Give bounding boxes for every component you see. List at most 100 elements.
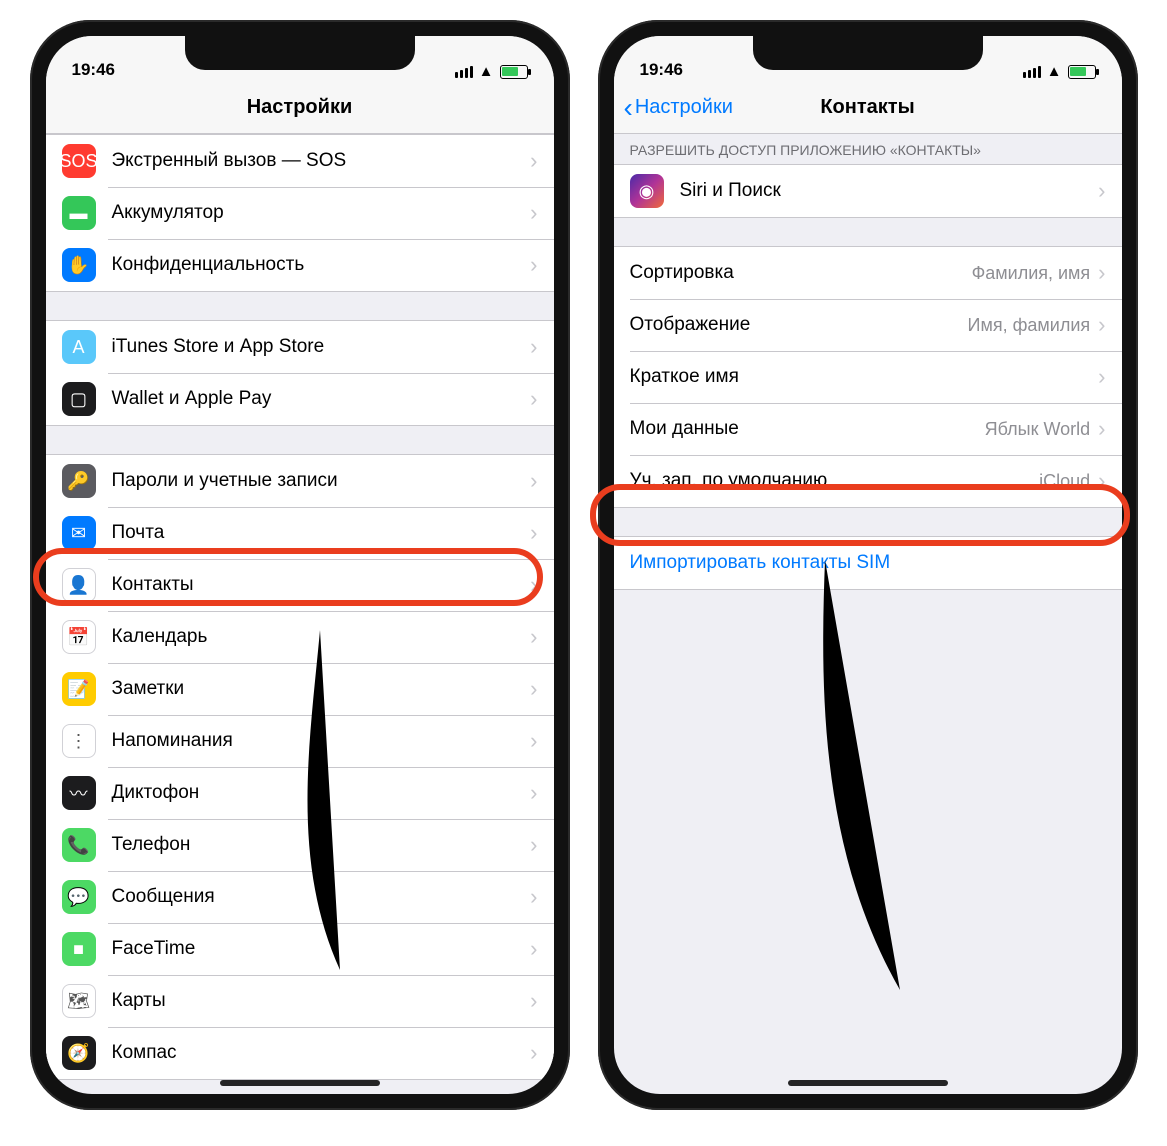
battery-icon [500, 65, 528, 79]
back-label: Настройки [635, 96, 733, 119]
row-phone-icon: 📞 [62, 828, 96, 862]
status-time: 19:46 [72, 60, 115, 80]
chevron-right-icon: › [530, 572, 537, 598]
status-time: 19:46 [640, 60, 683, 80]
row-voicememos-label: Диктофон [112, 782, 529, 804]
row-notes[interactable]: 📝 Заметки› [46, 663, 554, 715]
home-indicator[interactable] [788, 1080, 948, 1086]
row-privacy-icon: ✋ [62, 248, 96, 282]
chevron-right-icon: › [530, 884, 537, 910]
row-facetime-icon: ■ [62, 932, 96, 966]
row-phone[interactable]: 📞Телефон› [46, 819, 554, 871]
row-display-label: Отображение [630, 314, 968, 336]
row-appstore-label: iTunes Store и App Store [112, 336, 529, 358]
row-wallet[interactable]: ▢Wallet и Apple Pay› [46, 373, 554, 425]
row-voicememos[interactable]: 〰Диктофон› [46, 767, 554, 819]
right-screen: 19:46 ▲ ‹ Настройки Контакты РАЗРЕШИТЬ Д… [614, 36, 1122, 1094]
row-default-account-label: Уч. зап. по умолчанию [630, 470, 1040, 492]
cellular-icon [455, 66, 473, 78]
row-calendar-icon: 📅 [62, 620, 96, 654]
row-passwords[interactable]: 🔑Пароли и учетные записи› [46, 455, 554, 507]
row-privacy[interactable]: ✋Конфиденциальность› [46, 239, 554, 291]
row-reminders-icon: ⋮ [62, 724, 96, 758]
row-shortname[interactable]: Краткое имя› [614, 351, 1122, 403]
row-calendar-label: Календарь [112, 626, 529, 648]
chevron-right-icon: › [530, 624, 537, 650]
row-calendar[interactable]: 📅 Календарь› [46, 611, 554, 663]
row-notes-icon: 📝 [62, 672, 96, 706]
chevron-right-icon: › [530, 780, 537, 806]
row-maps[interactable]: 🗺 Карты› [46, 975, 554, 1027]
row-contacts[interactable]: 👤Контакты› [46, 559, 554, 611]
row-messages-icon: 💬 [62, 880, 96, 914]
row-messages[interactable]: 💬Сообщения› [46, 871, 554, 923]
nav-title: Контакты [820, 96, 914, 119]
row-contacts-label: Контакты [112, 574, 529, 596]
chevron-right-icon: › [530, 1040, 537, 1066]
row-compass-icon: 🧭 [62, 1036, 96, 1070]
chevron-right-icon: › [530, 334, 537, 360]
nav-title: Настройки [247, 96, 353, 119]
row-import-sim[interactable]: Импортировать контакты SIM [614, 537, 1122, 589]
back-button[interactable]: ‹ Настройки [624, 82, 733, 133]
row-wallet-label: Wallet и Apple Pay [112, 388, 529, 410]
row-default-account-detail: iCloud [1039, 471, 1090, 492]
row-maps-label: Карты [112, 990, 529, 1012]
row-mail-label: Почта [112, 522, 529, 544]
row-battery[interactable]: ▬Аккумулятор› [46, 187, 554, 239]
row-sos[interactable]: SOSЭкстренный вызов — SOS› [46, 135, 554, 187]
notch [753, 36, 983, 70]
siri-label: Siri и Поиск [680, 180, 1097, 202]
row-display-detail: Имя, фамилия [968, 315, 1091, 336]
status-icons: ▲ [455, 63, 528, 80]
notch [185, 36, 415, 70]
row-mail-icon: ✉ [62, 516, 96, 550]
nav-bar: ‹ Настройки Контакты [614, 82, 1122, 134]
row-myinfo-label: Мои данные [630, 418, 985, 440]
row-facetime-label: FaceTime [112, 938, 529, 960]
chevron-right-icon: › [530, 676, 537, 702]
import-sim-label: Импортировать контакты SIM [630, 552, 1106, 574]
left-phone-frame: 19:46 ▲ Настройки SOS Экстренный вызов — … [30, 20, 570, 1110]
contacts-settings[interactable]: РАЗРЕШИТЬ ДОСТУП ПРИЛОЖЕНИЮ «КОНТАКТЫ» ◉… [614, 134, 1122, 1094]
row-default-account[interactable]: Уч. зап. по умолчаниюiCloud› [614, 455, 1122, 507]
right-phone-frame: 19:46 ▲ ‹ Настройки Контакты РАЗРЕШИТЬ Д… [598, 20, 1138, 1110]
row-sos-label: Экстренный вызов — SOS [112, 150, 529, 172]
row-phone-label: Телефон [112, 834, 529, 856]
row-appstore-icon: A [62, 330, 96, 364]
chevron-right-icon: › [530, 200, 537, 226]
row-display[interactable]: ОтображениеИмя, фамилия › [614, 299, 1122, 351]
battery-icon [1068, 65, 1096, 79]
row-passwords-label: Пароли и учетные записи [112, 470, 529, 492]
row-notes-label: Заметки [112, 678, 529, 700]
cellular-icon [1023, 66, 1041, 78]
chevron-right-icon: › [1098, 312, 1105, 338]
chevron-right-icon: › [530, 520, 537, 546]
row-reminders[interactable]: ⋮ Напоминания› [46, 715, 554, 767]
home-indicator[interactable] [220, 1080, 380, 1086]
row-maps-icon: 🗺 [62, 984, 96, 1018]
row-compass[interactable]: 🧭 Компас› [46, 1027, 554, 1079]
row-siri-search[interactable]: ◉ Siri и Поиск › [614, 165, 1122, 217]
chevron-right-icon: › [530, 252, 537, 278]
row-reminders-label: Напоминания [112, 730, 529, 752]
chevron-right-icon: › [530, 988, 537, 1014]
chevron-right-icon: › [1098, 260, 1105, 286]
row-sort[interactable]: СортировкаФамилия, имя› [614, 247, 1122, 299]
wifi-icon: ▲ [1047, 63, 1062, 80]
row-compass-label: Компас [112, 1042, 529, 1064]
chevron-right-icon: › [530, 468, 537, 494]
siri-icon: ◉ [630, 174, 664, 208]
row-facetime[interactable]: ■ FaceTime› [46, 923, 554, 975]
row-mail[interactable]: ✉ Почта› [46, 507, 554, 559]
settings-list[interactable]: SOSЭкстренный вызов — SOS›▬Аккумулятор›✋… [46, 134, 554, 1094]
chevron-right-icon: › [1098, 178, 1105, 204]
chevron-right-icon: › [530, 728, 537, 754]
row-wallet-icon: ▢ [62, 382, 96, 416]
chevron-right-icon: › [1098, 416, 1105, 442]
row-sos-icon: SOS [62, 144, 96, 178]
row-myinfo[interactable]: Мои данныеЯблык World› [614, 403, 1122, 455]
row-appstore[interactable]: AiTunes Store и App Store› [46, 321, 554, 373]
chevron-left-icon: ‹ [624, 94, 633, 122]
chevron-right-icon: › [530, 936, 537, 962]
